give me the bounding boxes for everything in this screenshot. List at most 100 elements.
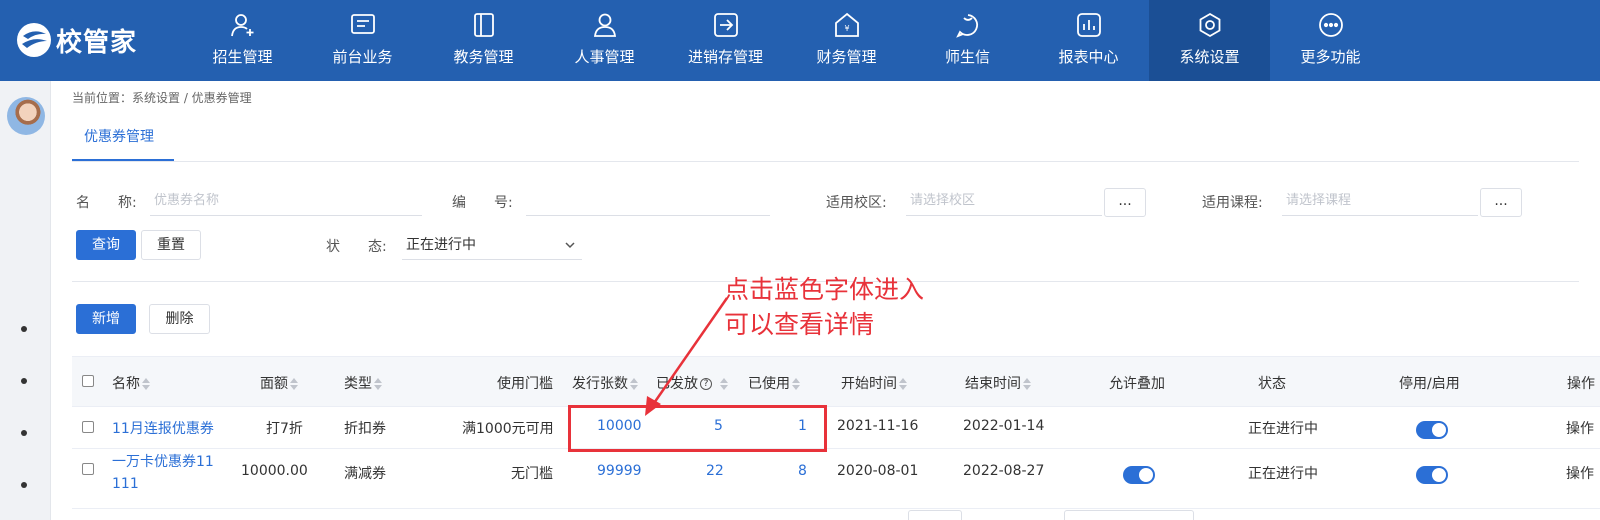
enable-toggle[interactable] bbox=[1416, 466, 1448, 484]
cell-status: 正在进行中 bbox=[1248, 421, 1318, 437]
campus-picker-button[interactable]: ... bbox=[1104, 188, 1146, 217]
money-bag-icon: ¥ bbox=[835, 12, 859, 37]
header-status: 状态 bbox=[1258, 376, 1286, 392]
header-issued[interactable]: 发行张数 bbox=[572, 373, 638, 393]
sidebar-dot[interactable] bbox=[21, 430, 27, 436]
cell-amount: 10000.00 bbox=[241, 463, 308, 479]
chat-bubble-icon bbox=[956, 14, 978, 38]
nav-item-settings[interactable]: 系统设置 bbox=[1149, 0, 1270, 81]
breadcrumb: 当前位置：系统设置 / 优惠券管理 bbox=[72, 91, 252, 105]
sidebar-dot[interactable] bbox=[21, 326, 27, 332]
code-input[interactable] bbox=[526, 186, 770, 216]
enable-toggle[interactable] bbox=[1416, 421, 1448, 439]
name-label: 名 称: bbox=[76, 195, 137, 211]
nav-item-hr[interactable]: 人事管理 bbox=[544, 0, 665, 81]
course-input[interactable] bbox=[1282, 186, 1478, 216]
header-used[interactable]: 已使用 bbox=[748, 373, 800, 393]
cell-status: 正在进行中 bbox=[1248, 466, 1318, 482]
nav-item-academic[interactable]: 教务管理 bbox=[423, 0, 544, 81]
tab-active-indicator bbox=[72, 159, 174, 161]
status-select[interactable]: 正在进行中 bbox=[402, 230, 582, 260]
annotation-line: 可以查看详情 bbox=[724, 310, 875, 339]
stack-toggle[interactable] bbox=[1123, 466, 1155, 484]
nav-item-inventory[interactable]: 进销存管理 bbox=[665, 0, 786, 81]
select-all-checkbox[interactable] bbox=[82, 375, 94, 387]
course-picker-button[interactable]: ... bbox=[1480, 188, 1522, 217]
table-row: 11月连报优惠券 打7折 折扣券 满1000元可用 10000 5 1 2021… bbox=[72, 407, 1600, 449]
logo-icon bbox=[17, 23, 51, 57]
top-nav: 校管家 招生管理 前台业务 教务管理 人事管理 进销存管理 ¥ 财务管理 师生信… bbox=[0, 0, 1600, 81]
header-distributed[interactable]: 已发放? bbox=[656, 373, 728, 393]
gear-icon bbox=[1199, 12, 1221, 38]
logo[interactable]: 校管家 bbox=[16, 20, 137, 60]
coupon-name-line: 111 bbox=[112, 476, 139, 492]
cell-type: 折扣券 bbox=[344, 421, 386, 437]
header-threshold: 使用门槛 bbox=[497, 376, 553, 392]
avatar[interactable] bbox=[7, 97, 45, 135]
sort-icon[interactable] bbox=[630, 378, 638, 390]
delete-button[interactable]: 删除 bbox=[149, 304, 210, 334]
cell-threshold: 无门槛 bbox=[511, 466, 553, 482]
logo-text: 校管家 bbox=[56, 27, 138, 58]
coupon-name-line: 一万卡优惠券11 bbox=[112, 454, 214, 470]
reset-button[interactable]: 重置 bbox=[141, 230, 201, 260]
nav-item-reports[interactable]: 报表中心 bbox=[1028, 0, 1149, 81]
cell-threshold: 满1000元可用 bbox=[462, 421, 554, 437]
issued-count-link[interactable]: 99999 bbox=[597, 463, 642, 479]
sidebar-dot[interactable] bbox=[21, 378, 27, 384]
row-checkbox[interactable] bbox=[82, 463, 94, 475]
row-action[interactable]: 操作 bbox=[1566, 418, 1594, 438]
header-name[interactable]: 名称 bbox=[112, 373, 150, 393]
sort-icon[interactable] bbox=[1023, 378, 1031, 390]
table-row: 一万卡优惠券11 111 10000.00 满减券 无门槛 99999 22 8… bbox=[72, 449, 1600, 509]
campus-input[interactable] bbox=[906, 186, 1102, 216]
nav-item-enrollment[interactable]: 招生管理 bbox=[182, 0, 303, 81]
sort-icon[interactable] bbox=[792, 378, 800, 390]
cell-end: 2022-01-14 bbox=[963, 418, 1045, 434]
tab-bar: 优惠券管理 bbox=[72, 114, 1579, 162]
table-header: 名称 面额 类型 使用门槛 发行张数 已发放? 已使用 开始时间 结束时间 允许… bbox=[72, 356, 1600, 407]
course-label: 适用课程: bbox=[1202, 195, 1263, 211]
chevron-down-icon bbox=[565, 242, 575, 249]
cell-end: 2022-08-27 bbox=[963, 463, 1045, 479]
annotation-highlight-box bbox=[568, 405, 827, 452]
header-amount[interactable]: 面额 bbox=[260, 373, 298, 393]
add-button[interactable]: 新增 bbox=[76, 304, 136, 334]
person-icon bbox=[593, 13, 617, 37]
row-action[interactable]: 操作 bbox=[1566, 463, 1594, 483]
header-action: 操作 bbox=[1567, 376, 1595, 392]
name-input[interactable] bbox=[150, 186, 422, 216]
page-size-input[interactable] bbox=[908, 510, 962, 520]
coupon-name-link[interactable]: 一万卡优惠券11 111 bbox=[112, 451, 214, 495]
used-count-link[interactable]: 8 bbox=[798, 463, 807, 479]
header-end[interactable]: 结束时间 bbox=[965, 373, 1031, 393]
distributed-count-link[interactable]: 22 bbox=[706, 463, 724, 479]
tab-coupon-management[interactable]: 优惠券管理 bbox=[84, 126, 154, 146]
coupon-name-link[interactable]: 11月连报优惠券 bbox=[112, 418, 214, 438]
header-start[interactable]: 开始时间 bbox=[841, 373, 907, 393]
arrow-box-icon bbox=[714, 13, 738, 37]
annotation-line: 点击蓝色字体进入 bbox=[724, 275, 925, 304]
query-button[interactable]: 查询 bbox=[76, 230, 136, 260]
nav-item-more[interactable]: 更多功能 bbox=[1270, 0, 1391, 81]
cell-start: 2021-11-16 bbox=[837, 418, 919, 434]
help-icon[interactable]: ? bbox=[700, 378, 712, 390]
header-type[interactable]: 类型 bbox=[344, 373, 382, 393]
sort-icon[interactable] bbox=[720, 378, 728, 390]
svg-text:¥: ¥ bbox=[844, 24, 849, 33]
sort-icon[interactable] bbox=[290, 378, 298, 390]
bar-chart-icon bbox=[1077, 13, 1101, 37]
sidebar-dot[interactable] bbox=[21, 482, 27, 488]
sort-icon[interactable] bbox=[142, 378, 150, 390]
header-toggle: 停用/启用 bbox=[1399, 376, 1460, 392]
nav-item-messages[interactable]: 师生信 bbox=[907, 0, 1028, 81]
row-checkbox[interactable] bbox=[82, 421, 94, 433]
pagination[interactable] bbox=[1064, 510, 1194, 520]
sort-icon[interactable] bbox=[899, 378, 907, 390]
status-label: 状 态: bbox=[326, 239, 387, 255]
nav-item-front-desk[interactable]: 前台业务 bbox=[302, 0, 423, 81]
book-icon bbox=[474, 13, 494, 37]
cell-type: 满减券 bbox=[344, 466, 386, 482]
nav-item-finance[interactable]: ¥ 财务管理 bbox=[786, 0, 907, 81]
sort-icon[interactable] bbox=[374, 378, 382, 390]
